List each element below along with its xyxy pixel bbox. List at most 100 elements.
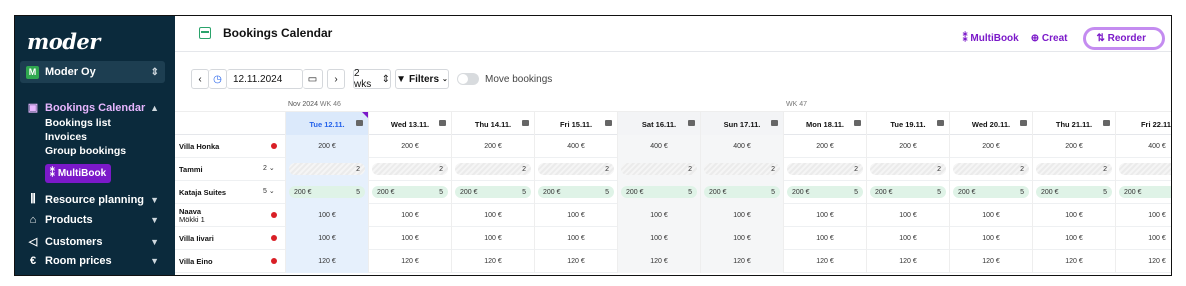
calendar-cell[interactable]: 2 [285,158,368,181]
calendar-cell[interactable]: 100 € [783,227,866,250]
availability-pill[interactable]: 2 [621,163,697,175]
calendar-cell[interactable]: 200 € 5 [1032,181,1115,204]
availability-pill[interactable]: 2 [953,163,1029,175]
nav-bookings-list[interactable]: Bookings list [45,117,111,129]
availability-pill[interactable]: 200 € [1119,186,1171,198]
calendar-cell[interactable]: 2 [451,158,534,181]
calendar-cell[interactable]: 200 € 5 [700,181,783,204]
date-input[interactable]: 12.11.2024 [227,69,303,89]
day-header[interactable]: Sat 16.11. [617,112,700,136]
calendar-cell[interactable]: 200 € 5 [866,181,949,204]
calendar-cell[interactable]: 200 € 5 [617,181,700,204]
availability-pill[interactable]: 2 [289,163,365,175]
calendar-cell[interactable]: 200 € [1115,181,1171,204]
availability-pill[interactable]: 200 € 5 [289,186,365,198]
availability-pill[interactable]: 200 € 5 [787,186,863,198]
calendar-cell[interactable]: 100 € [285,204,368,227]
moder-logo[interactable]: moder [27,29,100,54]
availability-pill[interactable]: 2 [870,163,946,175]
day-header[interactable]: Wed 20.11. [949,112,1032,136]
availability-pill[interactable]: 2 [704,163,780,175]
calendar-cell[interactable]: 120 € [368,250,451,273]
calendar-cell[interactable]: 2 [534,158,617,181]
day-header[interactable]: Tue 12.11. [285,112,368,136]
calendar-cell[interactable]: 100 € [1032,204,1115,227]
calendar-cell[interactable]: 100 € [949,204,1032,227]
calendar-cell[interactable]: 100 € [285,227,368,250]
nav-invoices[interactable]: Invoices [45,131,87,143]
calendar-cell[interactable]: 200 € 5 [285,181,368,204]
calendar-cell[interactable]: 200 € 5 [534,181,617,204]
calendar-cell[interactable]: 2 [700,158,783,181]
calendar-cell[interactable]: 400 € [1115,135,1171,158]
prev-button[interactable]: ‹ [191,69,209,89]
day-header[interactable]: Thu 21.11. [1032,112,1115,136]
calendar-cell[interactable]: 2 [866,158,949,181]
nav-resource-planning[interactable]: ⫼ Resource planning ▼ [27,193,159,206]
availability-pill[interactable]: 200 € 5 [538,186,614,198]
availability-pill[interactable]: 2 [787,163,863,175]
calendar-cell[interactable]: 120 € [617,250,700,273]
calendar-cell[interactable]: 200 € [783,135,866,158]
calendar-cell[interactable]: 200 € [368,135,451,158]
day-header[interactable]: Sun 17.11. [700,112,783,136]
next-button[interactable]: › [327,69,345,89]
nav-room-prices[interactable]: € Room prices ▼ [27,255,159,267]
day-header[interactable]: Fri 22.11. [1115,112,1171,136]
calendar-cell[interactable]: 2 [949,158,1032,181]
nav-products[interactable]: ⌂ Products ▼ [27,214,159,226]
comment-icon[interactable] [439,120,446,126]
calendar-cell[interactable]: 2 [1032,158,1115,181]
resource-name[interactable]: Villa Eino [179,250,279,273]
calendar-cell[interactable]: 120 € [949,250,1032,273]
comment-icon[interactable] [356,120,363,126]
calendar-cell[interactable]: 100 € [700,204,783,227]
calendar-cell[interactable]: 120 € [866,250,949,273]
calendar-cell[interactable]: 100 € [368,204,451,227]
calendar-cell[interactable]: 400 € [617,135,700,158]
calendar-cell[interactable]: 120 € [783,250,866,273]
calendar-cell[interactable]: 120 € [1032,250,1115,273]
multibook-button[interactable]: ⁑ MultiBook [45,164,111,183]
calendar-cell[interactable]: 100 € [451,227,534,250]
calendar-cell[interactable]: 400 € [700,135,783,158]
calendar-cell[interactable]: 100 € [534,227,617,250]
comment-icon[interactable] [854,120,861,126]
company-selector[interactable]: M Moder Oy ⇕ [20,61,165,83]
calendar-cell[interactable]: 100 € [534,204,617,227]
day-header[interactable]: Wed 13.11. [368,112,451,136]
calendar-cell[interactable]: 100 € [1115,204,1171,227]
unit-count-select[interactable]: 2 ⌄ [263,164,275,172]
calendar-cell[interactable]: 100 € [866,227,949,250]
calendar-cell[interactable]: 100 € [1115,227,1171,250]
calendar-cell[interactable]: 100 € [866,204,949,227]
nav-group-bookings[interactable]: Group bookings [45,145,126,157]
calendar-cell[interactable]: 200 € 5 [783,181,866,204]
availability-pill[interactable]: 2 [372,163,448,175]
comment-icon[interactable] [605,120,612,126]
resource-name[interactable]: Villa Honka [179,135,279,158]
calendar-cell[interactable]: 200 € [285,135,368,158]
calendar-cell[interactable]: 100 € [783,204,866,227]
availability-pill[interactable] [1119,163,1171,175]
calendar-cell[interactable]: 400 € [534,135,617,158]
calendar-cell[interactable]: 200 € [1032,135,1115,158]
weeks-select[interactable]: 2 wks ⇕ [353,68,391,90]
nav-bookings-calendar[interactable]: ▣ Bookings Calendar ▲ [27,101,159,115]
resource-name[interactable]: Villa Iivari [179,227,279,250]
calendar-cell[interactable]: 200 € 5 [451,181,534,204]
date-picker-button[interactable]: ▭ [303,69,323,89]
calendar-cell[interactable]: 200 € [949,135,1032,158]
calendar-cell[interactable]: 100 € [617,204,700,227]
calendar-cell[interactable]: 2 [617,158,700,181]
calendar-cell[interactable]: 100 € [949,227,1032,250]
calendar-cell[interactable] [1115,158,1171,181]
calendar-cell[interactable]: 100 € [617,227,700,250]
reorder-button[interactable]: ⇅ Reorder [1083,27,1165,50]
availability-pill[interactable]: 2 [1036,163,1112,175]
calendar-cell[interactable]: 200 € [866,135,949,158]
calendar-cell[interactable]: 120 € [700,250,783,273]
create-link[interactable]: ⊕ Creat [1031,33,1074,44]
comment-icon[interactable] [1020,120,1027,126]
availability-pill[interactable]: 200 € 5 [621,186,697,198]
